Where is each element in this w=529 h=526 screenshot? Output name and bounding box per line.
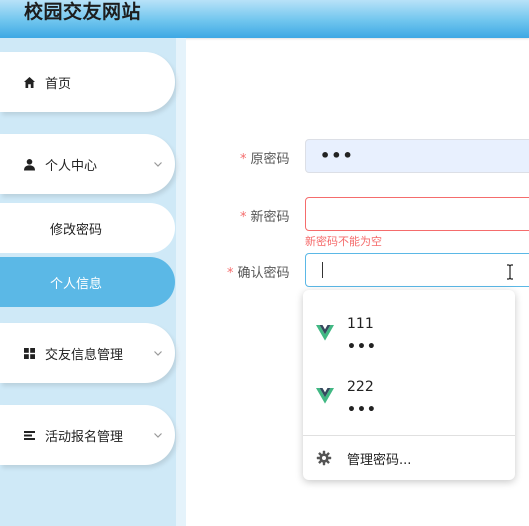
sidebar-item-label: 个人中心 [45, 158, 98, 174]
saved-password-mask: ••• [347, 402, 377, 418]
old-password-input[interactable]: ••• [305, 139, 529, 173]
saved-password-entry[interactable]: 222 ••• [303, 363, 515, 423]
ibeam-cursor-icon [505, 264, 515, 280]
gear-icon [316, 450, 332, 466]
chevron-down-icon [153, 159, 163, 169]
manage-passwords-label: 管理密码... [347, 452, 412, 468]
user-icon [22, 157, 36, 171]
saved-password-entry[interactable]: 111 ••• [303, 300, 515, 360]
sidebar-item-home[interactable]: 首页 [0, 52, 175, 112]
sidebar-item-personal-center[interactable]: 个人中心 [0, 134, 175, 194]
vue-logo-icon [316, 388, 334, 404]
sidebar-item-label: 活动报名管理 [45, 429, 124, 445]
chevron-down-icon [153, 430, 163, 440]
saved-username: 222 [347, 379, 374, 395]
sidebar-gutter [176, 38, 186, 526]
sidebar-item-label: 首页 [45, 76, 72, 92]
home-icon [22, 75, 36, 89]
confirm-password-label: * 确认密码 [227, 266, 290, 281]
vue-logo-icon [316, 325, 334, 341]
saved-password-mask: ••• [347, 339, 377, 355]
sidebar-item-label: 交友信息管理 [45, 347, 124, 363]
grid-icon [22, 346, 36, 360]
sidebar-subitem-personal-info[interactable]: 个人信息 [0, 257, 175, 307]
new-password-label: * 新密码 [240, 210, 290, 225]
new-password-input[interactable] [305, 197, 529, 231]
manage-passwords-button[interactable]: 管理密码... [303, 436, 515, 480]
app-window: 校园交友网站 首页 个人中心 修改密码 个人信息 交友信息管理 活动报名管理 *… [0, 0, 529, 526]
chevron-down-icon [153, 348, 163, 358]
old-password-label: * 原密码 [240, 152, 290, 167]
sidebar-item-activity-registration-management[interactable]: 活动报名管理 [0, 405, 175, 465]
new-password-error: 新密码不能为空 [305, 235, 382, 248]
site-title: 校园交友网站 [24, 1, 142, 23]
top-header: 校园交友网站 [0, 0, 529, 38]
confirm-password-input[interactable] [305, 253, 529, 287]
list-icon [22, 428, 36, 442]
text-caret [322, 262, 323, 278]
sidebar-subitem-change-password[interactable]: 修改密码 [0, 203, 175, 253]
password-autofill-popup: 111 ••• 222 ••• 管理密码... [303, 290, 515, 480]
sidebar-item-friend-info-management[interactable]: 交友信息管理 [0, 323, 175, 383]
saved-username: 111 [347, 316, 374, 332]
old-password-value: ••• [320, 146, 354, 165]
